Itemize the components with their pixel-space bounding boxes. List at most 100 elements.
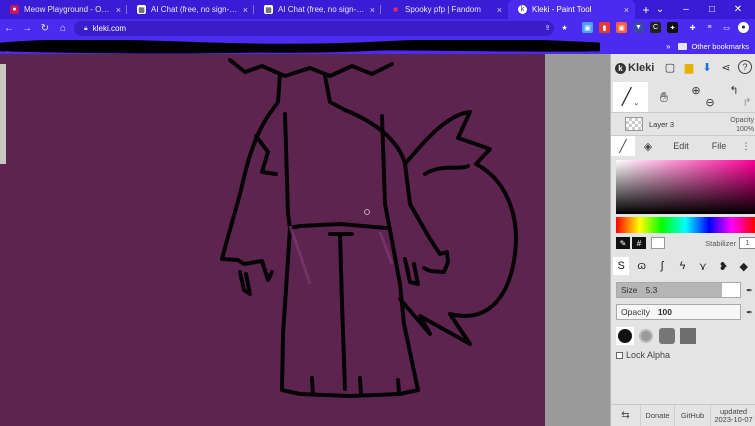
share-icon[interactable]: ⇪	[542, 22, 553, 33]
home-icon[interactable]: ⌂	[54, 19, 72, 38]
eraser-icon[interactable]: ◆	[736, 257, 752, 275]
other-bookmarks-label: Other bookmarks	[691, 41, 749, 51]
drawing-stroke	[310, 376, 315, 396]
more-menu-icon[interactable]: ⋮	[737, 136, 755, 156]
swap-sides-icon[interactable]: ⇆	[611, 404, 641, 426]
tab-kleki[interactable]: k Kleki - Paint Tool ×	[508, 0, 635, 19]
pen-pressure-icon[interactable]: ✒	[744, 283, 755, 297]
drawing-stroke	[422, 250, 450, 274]
maximize-icon[interactable]: □	[699, 0, 725, 19]
tab-title: Kleki - Paint Tool	[532, 5, 592, 14]
redo-icon[interactable]: ↱	[740, 95, 754, 109]
folder-icon	[678, 42, 688, 50]
drawing-stroke	[288, 222, 388, 230]
extensions-puzzle-icon[interactable]: ✚	[687, 22, 698, 33]
close-icon[interactable]: ×	[243, 5, 248, 15]
extension-icon[interactable]: C	[650, 22, 661, 33]
help-icon[interactable]: ?	[738, 60, 752, 74]
side-panel-icon[interactable]: ▭	[721, 22, 732, 33]
zoom-in-icon[interactable]: ⊕	[689, 83, 703, 97]
close-icon[interactable]: ×	[497, 5, 502, 15]
tab-search-icon[interactable]: ⌄	[647, 0, 673, 19]
extension-icon[interactable]: ▣	[616, 22, 627, 33]
tab-title: Meow Playground - Online Pet	[24, 5, 112, 14]
github-link[interactable]: GitHub	[675, 404, 711, 426]
profile-avatar[interactable]: ●	[738, 22, 749, 33]
forward-icon[interactable]: →	[18, 19, 36, 38]
round-hard-shape[interactable]	[616, 327, 634, 345]
round-soft-shape[interactable]	[637, 327, 655, 345]
lock-alpha[interactable]: Lock Alpha	[616, 350, 670, 360]
lock-alpha-checkbox[interactable]	[616, 351, 623, 359]
pen-brush-icon[interactable]: S	[613, 257, 630, 275]
brush-tool-button[interactable]: ╱ ⌄	[613, 82, 648, 112]
minimize-icon[interactable]: –	[673, 0, 699, 19]
drawing-stroke	[266, 72, 282, 118]
opacity-slider[interactable]: Opacity 100	[616, 304, 741, 320]
sketchy-brush-icon[interactable]: ʃ	[654, 257, 670, 275]
drawing-canvas[interactable]	[0, 54, 610, 426]
pixel-brush-icon[interactable]: ϟ	[674, 257, 690, 275]
tab-title: Spooky pfp | Fandom	[405, 5, 481, 14]
square-shape[interactable]	[679, 327, 697, 345]
hex-input[interactable]: #	[632, 237, 646, 249]
opacity-pressure-icon[interactable]: ✒	[744, 305, 755, 319]
layer-thumbnail	[625, 117, 643, 131]
tab-edit[interactable]: Edit	[661, 136, 701, 156]
kleki-logo[interactable]: k Kleki	[615, 62, 654, 74]
close-icon[interactable]: ×	[370, 5, 375, 15]
back-icon[interactable]: ←	[0, 19, 18, 38]
tab-ai-chat-1[interactable]: ▦ AI Chat (free, no sign-up, fast ×	[127, 0, 254, 19]
tab-ai-chat-2[interactable]: ▦ AI Chat (free, no sign-up, fast ×	[254, 0, 381, 19]
panel-footer: ⇆ Donate GitHub updated 2023-10-07	[611, 404, 755, 426]
layer-opacity-value: 100%	[736, 126, 754, 133]
donate-link[interactable]: Donate	[641, 404, 675, 426]
drawing-stroke	[403, 257, 420, 286]
address-bar[interactable]: 🔒︎ kleki.com	[74, 21, 554, 36]
extension-icon[interactable]: ▮	[599, 22, 610, 33]
tab-layers[interactable]: ◈	[635, 136, 661, 156]
redaction-scribble	[0, 40, 600, 54]
size-value: 5.3	[645, 285, 658, 295]
chevron-down-icon: ⌄	[633, 100, 640, 107]
hue-slider[interactable]	[616, 217, 755, 233]
new-image-icon[interactable]: ▢	[663, 60, 677, 74]
secondary-color[interactable]	[651, 237, 665, 249]
reload-icon[interactable]: ↻	[36, 19, 54, 38]
other-bookmarks[interactable]: » Other bookmarks	[666, 38, 749, 54]
extension-icon[interactable]: ▣	[582, 22, 593, 33]
blend-brush-icon[interactable]: ɷ	[633, 257, 649, 275]
stabilizer-select[interactable]: 1	[739, 237, 755, 249]
reading-list-icon[interactable]: ≡	[704, 22, 715, 33]
window-close-icon[interactable]: ✕	[725, 0, 751, 19]
drawing-stroke	[338, 232, 347, 391]
panel-tabs: ╱ ◈ Edit File ⋮	[611, 136, 755, 156]
tab-brush[interactable]: ╱	[611, 136, 635, 156]
size-slider[interactable]: Size 5.3	[616, 282, 741, 298]
close-icon[interactable]: ×	[624, 5, 629, 15]
close-icon[interactable]: ×	[116, 5, 121, 15]
color-picker[interactable]	[616, 160, 755, 214]
extension-icon[interactable]: ▼	[633, 22, 644, 33]
tab-file[interactable]: File	[701, 136, 737, 156]
layer-preview[interactable]: Layer 3 Opacity 100%	[611, 112, 755, 136]
save-icon[interactable]: ▆	[682, 60, 696, 74]
chalk-shape[interactable]	[658, 327, 676, 345]
tab-title: AI Chat (free, no sign-up, fast	[278, 5, 366, 14]
bookmark-star-icon[interactable]: ★	[559, 22, 570, 33]
hand-icon[interactable]: ✋︎	[657, 89, 671, 105]
tab-spooky-pfp[interactable]: ✱ Spooky pfp | Fandom ×	[381, 0, 508, 19]
lock-icon: 🔒︎	[84, 24, 88, 32]
drawing-stroke	[423, 164, 470, 176]
smudge-brush-icon[interactable]: ❥	[715, 257, 731, 275]
share-icon[interactable]: ⋖	[719, 60, 733, 74]
undo-icon[interactable]: ↰	[727, 83, 741, 97]
eyedropper-icon[interactable]: ✎	[616, 237, 630, 249]
download-icon[interactable]: ⬇	[700, 60, 714, 74]
extension-icon[interactable]: ✦	[667, 22, 678, 33]
drawing	[220, 58, 518, 398]
chemy-brush-icon[interactable]: ⋎	[695, 257, 711, 275]
tab-meow-playground[interactable]: ● Meow Playground - Online Pet ×	[0, 0, 127, 19]
zoom-out-icon[interactable]: ⊖	[703, 95, 717, 109]
updated-date: 2023-10-07	[714, 414, 753, 424]
